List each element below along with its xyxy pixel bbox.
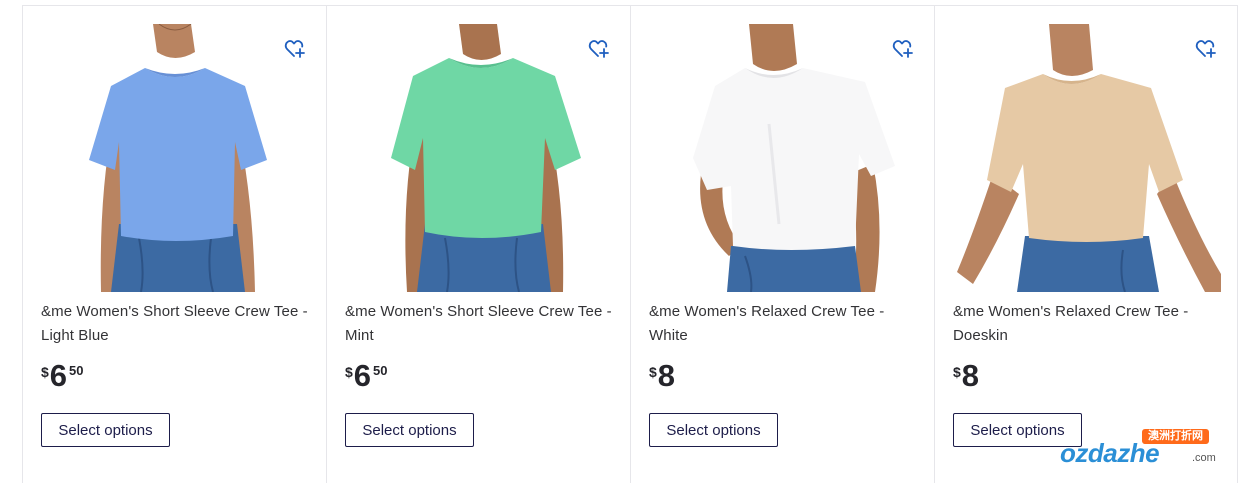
- price-cents: 50: [69, 363, 84, 378]
- price-cents: 50: [373, 363, 388, 378]
- price-currency: $: [953, 364, 961, 380]
- heart-plus-icon[interactable]: [284, 38, 306, 60]
- heart-plus-icon[interactable]: [892, 38, 914, 60]
- product-card[interactable]: &me Women's Relaxed Crew Tee - White $ 8…: [630, 6, 934, 483]
- price-currency: $: [345, 364, 353, 380]
- product-grid-page: &me Women's Short Sleeve Crew Tee - Ligh…: [0, 0, 1250, 483]
- product-price: $ 6 50: [41, 358, 84, 398]
- price-dollars: 6: [353, 358, 372, 393]
- product-image[interactable]: [345, 24, 613, 292]
- watermark-suffix: .com: [1192, 452, 1216, 464]
- tshirt-model-image: [649, 24, 917, 292]
- product-card[interactable]: &me Women's Short Sleeve Crew Tee - Mint…: [326, 6, 630, 483]
- select-options-button[interactable]: Select options: [649, 413, 778, 447]
- select-options-button[interactable]: Select options: [41, 413, 170, 447]
- product-grid: &me Women's Short Sleeve Crew Tee - Ligh…: [22, 5, 1238, 483]
- product-card[interactable]: &me Women's Relaxed Crew Tee - Doeskin $…: [934, 6, 1238, 483]
- price-currency: $: [41, 364, 49, 380]
- watermark-logo: 澳洲打折网 ozdazhe .com: [1060, 426, 1232, 474]
- product-title[interactable]: &me Women's Short Sleeve Crew Tee - Mint: [345, 300, 613, 348]
- price-dollars: 8: [961, 358, 980, 393]
- price-dollars: 6: [49, 358, 68, 393]
- heart-plus-icon[interactable]: [588, 38, 610, 60]
- product-title[interactable]: &me Women's Short Sleeve Crew Tee - Ligh…: [41, 300, 309, 348]
- tshirt-model-image: [345, 24, 613, 292]
- product-title[interactable]: &me Women's Relaxed Crew Tee - White: [649, 300, 917, 348]
- product-card[interactable]: &me Women's Short Sleeve Crew Tee - Ligh…: [22, 6, 326, 483]
- tshirt-model-image: [41, 24, 309, 292]
- heart-plus-icon[interactable]: [1195, 38, 1217, 60]
- product-image[interactable]: [953, 24, 1221, 292]
- watermark-text: ozdazhe: [1060, 438, 1160, 468]
- product-image[interactable]: [649, 24, 917, 292]
- product-price: $ 8: [649, 358, 677, 398]
- price-currency: $: [649, 364, 657, 380]
- product-image[interactable]: [41, 24, 309, 292]
- product-price: $ 8: [953, 358, 981, 398]
- product-price: $ 6 50: [345, 358, 388, 398]
- tshirt-model-image: [953, 24, 1221, 292]
- price-dollars: 8: [657, 358, 676, 393]
- select-options-button[interactable]: Select options: [345, 413, 474, 447]
- product-title[interactable]: &me Women's Relaxed Crew Tee - Doeskin: [953, 300, 1221, 348]
